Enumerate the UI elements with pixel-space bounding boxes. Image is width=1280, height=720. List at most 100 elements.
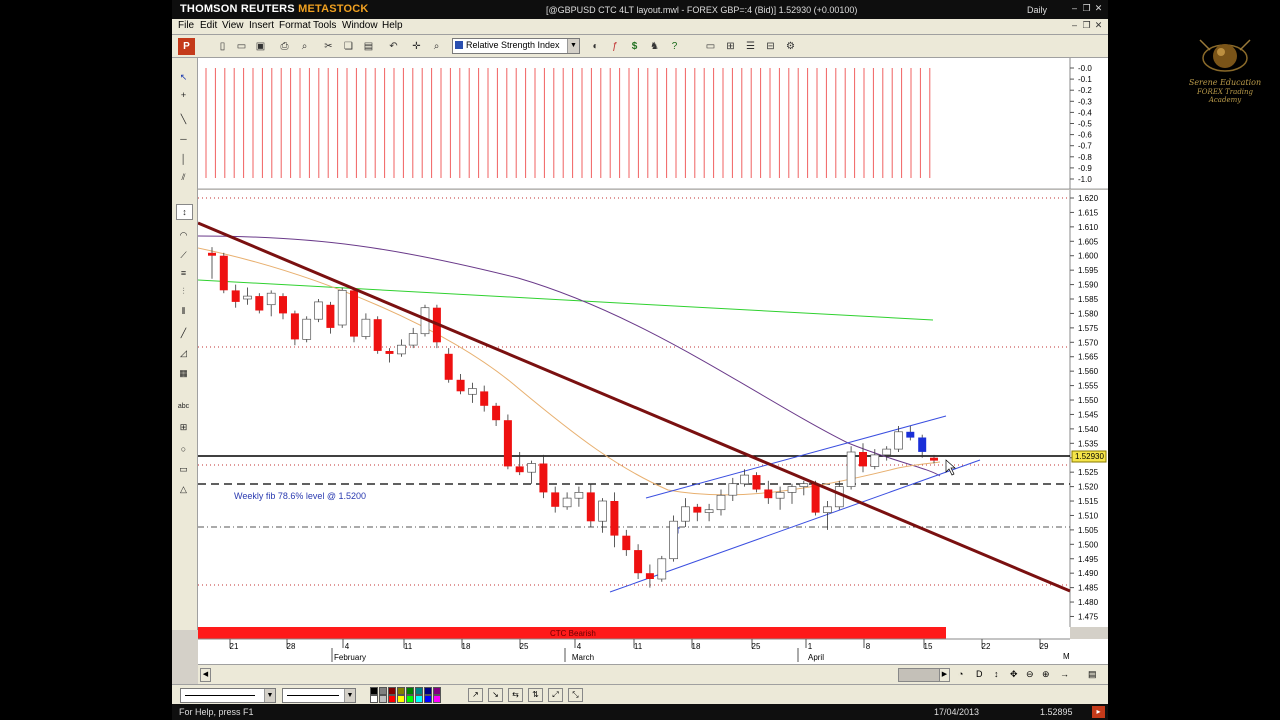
close-icon[interactable]: ✕: [1092, 3, 1105, 15]
fit-icon[interactable]: D: [976, 669, 983, 679]
align-1-icon[interactable]: ↗: [468, 688, 483, 702]
open-icon[interactable]: ▭: [233, 38, 250, 55]
ellipse-tool-icon[interactable]: ○: [176, 442, 191, 456]
horizontal-line-tool-icon[interactable]: ─: [176, 132, 191, 146]
color-swatch[interactable]: [424, 687, 432, 695]
menu-format[interactable]: Format: [279, 20, 311, 31]
color-swatch[interactable]: [415, 695, 423, 703]
fx-icon[interactable]: ƒ: [606, 38, 623, 55]
gann-tool-icon[interactable]: ◿: [176, 346, 191, 360]
zoom-icon[interactable]: ⌕: [296, 38, 313, 55]
expand-axis-icon[interactable]: ↕: [176, 204, 193, 220]
speed-line-tool-icon[interactable]: ╱: [176, 326, 191, 340]
color-swatch[interactable]: [388, 695, 396, 703]
window-icon[interactable]: ▭: [702, 38, 719, 55]
paste-icon[interactable]: ▤: [360, 38, 377, 55]
cycle-tool-icon[interactable]: ⦀: [176, 304, 191, 318]
color-swatch[interactable]: [406, 687, 414, 695]
color-swatch[interactable]: [370, 695, 378, 703]
cut-icon[interactable]: ✂: [320, 38, 337, 55]
line-weight-select[interactable]: ▼: [282, 688, 356, 703]
menu-help[interactable]: Help: [382, 20, 403, 31]
indicator-select-value: Relative Strength Index: [466, 40, 560, 50]
channel-tool-icon[interactable]: ⫽: [176, 170, 191, 184]
crosshair-tool-icon[interactable]: +: [176, 88, 191, 102]
copy-icon[interactable]: ❏: [340, 38, 357, 55]
color-swatch[interactable]: [433, 695, 441, 703]
tile-vertical-icon[interactable]: ⊟: [762, 38, 779, 55]
scroll-left-icon[interactable]: ◀: [200, 668, 211, 682]
vertical-line-tool-icon[interactable]: │: [176, 152, 191, 166]
line-style-select[interactable]: ▼: [180, 688, 276, 703]
tile-icon[interactable]: ⊞: [722, 38, 739, 55]
color-palette[interactable]: [370, 687, 450, 703]
menu-bar: File Edit View Insert Format Tools Windo…: [172, 19, 1108, 35]
undo-icon[interactable]: ↶: [385, 38, 402, 55]
child-close-icon[interactable]: ✕: [1092, 20, 1105, 32]
table-tool-icon[interactable]: ⊞: [176, 420, 191, 434]
resize-grip-icon[interactable]: ▸: [1092, 706, 1105, 718]
align-3-icon[interactable]: ⇆: [508, 688, 523, 702]
rectangle-tool-icon[interactable]: ▭: [176, 462, 191, 476]
color-swatch[interactable]: [397, 687, 405, 695]
chart-area[interactable]: -0.0 -0.1 -0.2 -0.3 -0.4 -0.5 -0.6 -0.7 -0.8 -0.9…: [197, 58, 1108, 664]
expert-icon[interactable]: ♞: [646, 38, 663, 55]
align-6-icon[interactable]: ⤡: [568, 688, 583, 702]
color-swatch[interactable]: [379, 687, 387, 695]
scroll-more-icon[interactable]: →: [1060, 669, 1069, 679]
menu-window[interactable]: Window: [342, 20, 378, 31]
scroll-thumb[interactable]: [898, 668, 940, 682]
color-swatch[interactable]: [406, 695, 414, 703]
save-icon[interactable]: ▣: [252, 38, 269, 55]
menu-view[interactable]: View: [222, 20, 244, 31]
grid-tool-icon[interactable]: ▦: [176, 366, 191, 380]
menu-edit[interactable]: Edit: [200, 20, 217, 31]
arc-tool-icon[interactable]: ◠: [176, 228, 191, 242]
print-icon[interactable]: ⎙: [276, 38, 293, 55]
tile-horizontal-icon[interactable]: ☰: [742, 38, 759, 55]
crosshair-icon[interactable]: ✛: [408, 38, 425, 55]
color-swatch[interactable]: [379, 695, 387, 703]
pointer-icon[interactable]: ↖: [176, 70, 191, 84]
drawing-toolbar: ↖ + ╲ ─ │ ⫽ ↕ ◠ ⟋ ≡ ⫶ ⦀ ╱ ◿ ▦ abc ⊞ ○ ▭ …: [172, 58, 198, 630]
help-icon[interactable]: ?: [666, 38, 683, 55]
trendline-tool-icon[interactable]: ╲: [176, 112, 191, 126]
dollar-icon[interactable]: $: [626, 38, 643, 55]
menu-insert[interactable]: Insert: [249, 20, 274, 31]
triangle-tool-icon[interactable]: △: [176, 482, 191, 496]
color-swatch[interactable]: [433, 687, 441, 695]
chevron-down-icon[interactable]: ▼: [567, 39, 579, 53]
options-icon[interactable]: ⚙: [782, 38, 799, 55]
retracement-tool-icon[interactable]: ⫶: [176, 284, 191, 298]
align-2-icon[interactable]: ↘: [488, 688, 503, 702]
new-icon[interactable]: ▯: [214, 38, 231, 55]
last-price-label: 1.52930: [1075, 452, 1104, 461]
move-icon[interactable]: ✥: [1010, 669, 1018, 680]
text-tool-icon[interactable]: abc: [176, 400, 191, 414]
indicator-icon[interactable]: ◐: [587, 38, 604, 55]
color-swatch[interactable]: [370, 687, 378, 695]
fibonacci-tool-icon[interactable]: ≡: [176, 266, 191, 280]
vertical-size-icon[interactable]: ↕: [994, 669, 999, 679]
menu-tools[interactable]: Tools: [313, 20, 336, 31]
metastock-p-icon[interactable]: P: [178, 38, 195, 55]
indicator-select[interactable]: Relative Strength Index ▼: [452, 38, 580, 54]
chevron-down-icon[interactable]: ▼: [264, 689, 275, 702]
color-swatch[interactable]: [388, 687, 396, 695]
menu-file[interactable]: File: [178, 20, 194, 31]
reset-zoom-icon[interactable]: ⊕: [1042, 669, 1050, 680]
panel-options-icon[interactable]: ▤: [1088, 669, 1097, 680]
scroll-right-icon[interactable]: ▶: [939, 668, 950, 682]
align-4-icon[interactable]: ⇅: [528, 688, 543, 702]
color-swatch[interactable]: [415, 687, 423, 695]
magnifier-icon[interactable]: ⌕: [428, 38, 445, 55]
bearish-candle: [255, 296, 264, 311]
align-5-icon[interactable]: ⤢: [548, 688, 563, 702]
zoom-in-icon[interactable]: ◔: [958, 669, 963, 679]
color-swatch[interactable]: [397, 695, 405, 703]
zoom-out-icon[interactable]: ⊖: [1026, 669, 1034, 680]
color-swatch[interactable]: [424, 695, 432, 703]
fan-tool-icon[interactable]: ⟋: [176, 248, 191, 262]
price-chart[interactable]: -0.0 -0.1 -0.2 -0.3 -0.4 -0.5 -0.6 -0.7 -0.8 -0.9…: [197, 58, 1108, 664]
chevron-down-icon[interactable]: ▼: [344, 689, 355, 702]
